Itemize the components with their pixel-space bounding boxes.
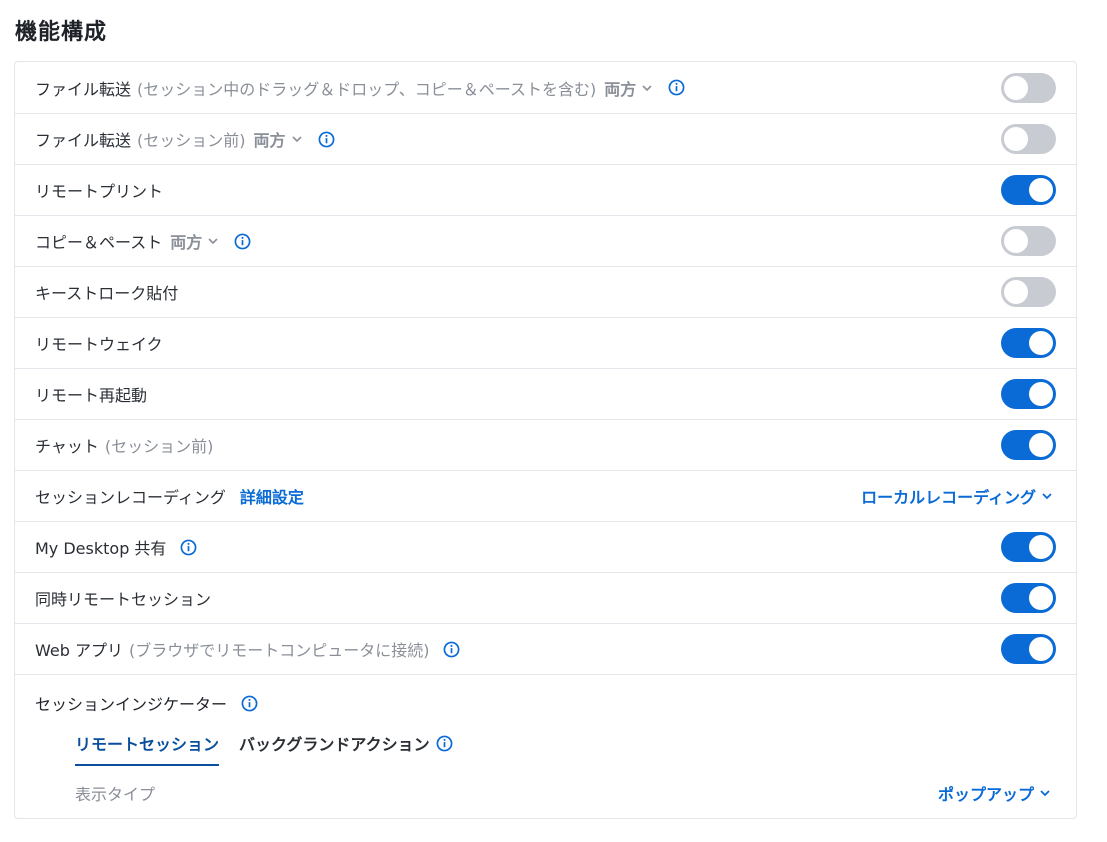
direction-select-value: 両方: [170, 233, 203, 252]
row-label: セッションレコーディング: [35, 488, 226, 507]
chevron-down-icon: [208, 238, 218, 245]
row-note: (セッション前): [137, 131, 246, 150]
remote-reboot-toggle[interactable]: [1001, 379, 1056, 409]
row-label: キーストローク貼付: [35, 284, 179, 303]
row-note: (セッション前): [104, 437, 214, 456]
keystroke-paste-toggle[interactable]: [1001, 277, 1056, 307]
display-type-value: ポップアップ: [937, 785, 1034, 804]
row-copy-paste: コピー＆ペースト 両方: [15, 216, 1076, 267]
settings-page: 機能構成 ファイル転送 (セッション中のドラッグ＆ドロップ、コピー＆ペーストを含…: [0, 0, 1107, 842]
info-icon[interactable]: [443, 641, 460, 658]
session-indicator-title: セッションインジケーター: [35, 691, 258, 715]
info-icon[interactable]: [318, 131, 335, 148]
row-label: Web アプリ: [35, 641, 123, 660]
file-transfer-pre-session-toggle[interactable]: [1001, 124, 1056, 154]
row-web-app: Web アプリ (ブラウザでリモートコンピュータに接続): [15, 624, 1076, 675]
page-title: 機能構成: [15, 20, 108, 45]
direction-select-value: 両方: [253, 131, 286, 150]
advanced-settings-link[interactable]: 詳細設定: [240, 484, 304, 508]
row-label: リモートウェイク: [35, 335, 163, 354]
display-type-select[interactable]: ポップアップ: [938, 781, 1052, 805]
row-remote-wake: リモートウェイク: [15, 318, 1076, 369]
chevron-down-icon: [1042, 493, 1052, 500]
row-chat: チャット (セッション前): [15, 420, 1076, 471]
file-transfer-in-session-toggle[interactable]: [1001, 72, 1056, 103]
chevron-down-icon: [642, 84, 652, 91]
row-remote-print: リモートプリント: [15, 165, 1076, 216]
recording-mode-value: ローカルレコーディング: [861, 488, 1036, 507]
session-indicator-label: セッションインジケーター: [35, 695, 228, 714]
row-note: (セッション中のドラッグ＆ドロップ、コピー＆ペーストを含む): [137, 79, 597, 99]
row-label: リモート再起動: [35, 386, 148, 405]
row-label: My Desktop 共有: [35, 539, 167, 558]
row-session-recording: セッションレコーディング 詳細設定 ローカルレコーディング: [15, 471, 1076, 522]
info-icon[interactable]: [668, 79, 685, 96]
row-remote-reboot: リモート再起動: [15, 369, 1076, 420]
row-label: チャット: [35, 437, 99, 456]
tab-remote-session[interactable]: リモートセッション: [75, 731, 220, 766]
info-icon[interactable]: [180, 539, 197, 556]
row-file-transfer-in-session: ファイル転送 (セッション中のドラッグ＆ドロップ、コピー＆ペーストを含む) 両方: [15, 62, 1076, 114]
row-concurrent-remote-sessions: 同時リモートセッション: [15, 573, 1076, 624]
row-label: リモートプリント: [35, 182, 164, 201]
chat-toggle[interactable]: [1001, 430, 1056, 460]
feature-config-panel: ファイル転送 (セッション中のドラッグ＆ドロップ、コピー＆ペーストを含む) 両方…: [14, 61, 1077, 819]
remote-wake-toggle[interactable]: [1001, 328, 1056, 358]
remote-print-toggle[interactable]: [1001, 175, 1056, 205]
my-desktop-share-toggle[interactable]: [1001, 532, 1056, 562]
info-icon[interactable]: [436, 735, 453, 752]
chevron-down-icon: [1040, 790, 1050, 797]
row-label: 同時リモートセッション: [35, 590, 212, 609]
direction-select-value: 両方: [604, 79, 637, 99]
row-label: コピー＆ペースト: [35, 233, 163, 252]
concurrent-sessions-toggle[interactable]: [1001, 583, 1056, 613]
row-keystroke-paste: キーストローク貼付: [15, 267, 1076, 318]
chevron-down-icon: [291, 136, 302, 143]
session-indicator-tabs: リモートセッション バックグランドアクション: [75, 731, 453, 766]
direction-select[interactable]: 両方: [254, 127, 304, 151]
info-icon[interactable]: [234, 233, 251, 250]
tab-background-action-label: バックグランドアクション: [239, 735, 430, 754]
row-my-desktop-share: My Desktop 共有: [15, 522, 1076, 573]
info-icon[interactable]: [241, 695, 258, 712]
copy-paste-toggle[interactable]: [1001, 226, 1056, 256]
direction-select[interactable]: 両方: [170, 229, 220, 253]
tab-background-action[interactable]: バックグランドアクション: [239, 731, 453, 764]
recording-mode-select[interactable]: ローカルレコーディング: [861, 484, 1054, 508]
row-label: ファイル転送: [35, 79, 132, 99]
row-file-transfer-pre-session: ファイル転送 (セッション前) 両方: [15, 114, 1076, 165]
session-indicator-section: セッションインジケーター リモートセッション バックグランドアクション 表示タイ…: [15, 675, 1076, 818]
display-type-label: 表示タイプ: [75, 785, 156, 804]
row-label: ファイル転送: [35, 131, 132, 150]
direction-select[interactable]: 両方: [604, 76, 654, 100]
web-app-toggle[interactable]: [1001, 634, 1056, 664]
row-note: (ブラウザでリモートコンピュータに接続): [128, 641, 430, 660]
